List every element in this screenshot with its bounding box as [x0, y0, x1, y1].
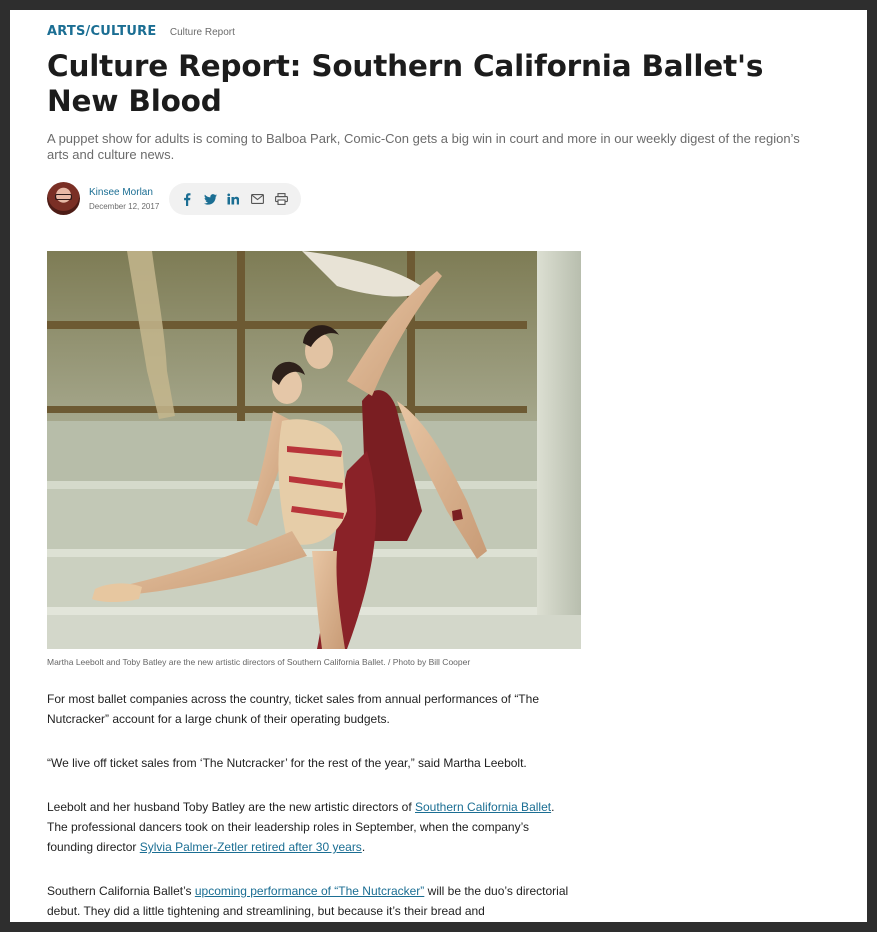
paragraph-3-text-c: . [361, 840, 366, 854]
print-icon[interactable] [273, 191, 289, 207]
article-photo [47, 251, 581, 649]
publish-date: December 12, 2017 [89, 202, 160, 211]
author-avatar[interactable] [47, 182, 80, 215]
avatar-glasses [55, 194, 72, 200]
paragraph-1: For most ballet companies across the cou… [47, 692, 539, 726]
photo-caption: Martha Leebolt and Toby Batley are the n… [47, 657, 471, 667]
paragraph-4-text-a: Southern California Ballet’s [47, 884, 195, 898]
article-page: ARTS/CULTURE Culture Report Culture Repo… [10, 10, 867, 922]
category-link[interactable]: ARTS/CULTURE [47, 24, 156, 39]
paragraph-2: “We live off ticket sales from ‘The Nutc… [47, 756, 527, 770]
kicker: ARTS/CULTURE Culture Report [47, 22, 235, 40]
email-icon[interactable] [249, 191, 265, 207]
facebook-icon[interactable] [179, 191, 195, 207]
byline: Kinsee Morlan December 12, 2017 [47, 182, 447, 218]
link-southern-california-ballet[interactable]: Southern California Ballet [415, 800, 551, 814]
paragraph-4: Southern California Ballet’s upcoming pe… [47, 881, 582, 921]
paragraph-3: Leebolt and her husband Toby Batley are … [47, 797, 577, 857]
author-link[interactable]: Kinsee Morlan [89, 187, 153, 198]
twitter-icon[interactable] [202, 191, 218, 207]
series-link[interactable]: Culture Report [170, 27, 235, 38]
article-title: Culture Report: Southern California Ball… [47, 49, 764, 118]
article-dek: A puppet show for adults is coming to Ba… [47, 131, 800, 162]
paragraph-3-text-a: Leebolt and her husband Toby Batley are … [47, 800, 415, 814]
link-sylvia-palmer-zetler-retired[interactable]: Sylvia Palmer-Zetler retired after 30 ye… [140, 840, 362, 854]
link-upcoming-nutcracker[interactable]: upcoming performance of “The Nutcracker” [195, 884, 424, 898]
share-bar [169, 183, 301, 215]
linkedin-icon[interactable] [225, 191, 241, 207]
